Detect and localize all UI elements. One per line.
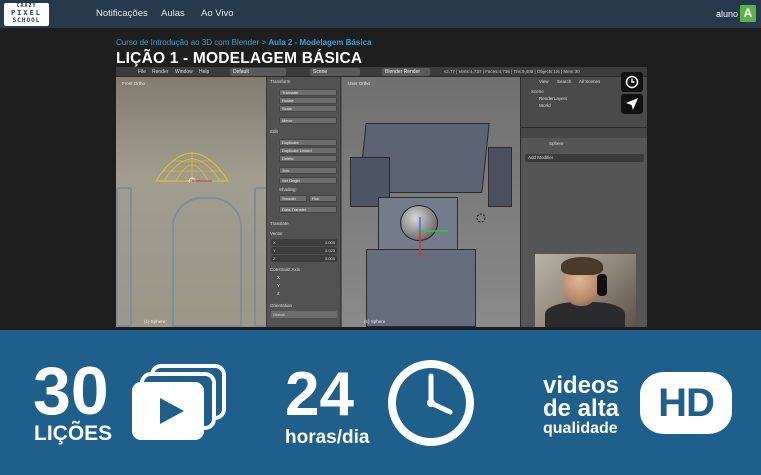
tool-rotate: Rotate xyxy=(279,97,337,104)
sphere-wireframe xyxy=(155,152,229,183)
blender-menu-help: Help xyxy=(199,69,210,75)
outliner-item-scene: Scene xyxy=(531,89,544,94)
add-modifier-dropdown: Add Modifier xyxy=(525,154,644,162)
tool-duplicate-linked: Duplicate Linked xyxy=(279,147,337,154)
breadcrumb: Curso de Introdução ao 3D com Blender > … xyxy=(116,38,372,48)
blender-front-viewport: Front Ortho (1) Sphere xyxy=(116,77,266,327)
blender-menu-render: Render xyxy=(152,69,169,75)
front-viewport-label: Front Ortho xyxy=(122,81,146,86)
user-name[interactable]: aluno xyxy=(716,8,738,20)
constraint-axis-z: Z xyxy=(277,291,280,296)
hours-label: horas/dia xyxy=(285,427,370,448)
clock-icon xyxy=(388,360,474,446)
tool-translate: Translate xyxy=(279,89,337,96)
tool-duplicate: Duplicate xyxy=(279,139,337,146)
front-viewport-footer: (1) Sphere xyxy=(144,319,166,324)
blender-user-viewport: User Ortho (1) Sphere xyxy=(342,77,520,327)
blender-menu-window: Window xyxy=(175,69,193,75)
outliner-tab-all-scenes: All Scenes xyxy=(579,79,601,84)
lessons-count: 30 xyxy=(33,353,109,429)
tool-join: Join xyxy=(279,167,337,174)
outliner-item-renderlayers: RenderLayers xyxy=(539,96,568,101)
outliner-tab-search: Search xyxy=(557,79,572,84)
properties-object-name: Sphere xyxy=(549,141,564,146)
blender-stats: v2.77 | Verts:4,737 | Faces:4,736 | Tris… xyxy=(444,69,580,74)
transform-gizmo xyxy=(419,217,448,257)
constraint-axis-label: Constraint Axis xyxy=(270,267,301,272)
outliner-item-world: World xyxy=(539,103,551,108)
send-icon xyxy=(626,98,638,110)
tool-mirror: Mirror xyxy=(279,117,337,124)
videos-line-2: de alta xyxy=(543,395,620,422)
share-button[interactable] xyxy=(621,94,643,114)
logo-line-3: SCHOOL xyxy=(12,17,41,24)
video-stack-icon xyxy=(132,364,226,440)
vector-y-field: Y 0.023 xyxy=(271,247,337,254)
nav-link-aulas[interactable]: Aulas xyxy=(161,8,185,20)
tool-shading-label: Shading: xyxy=(279,187,297,192)
vector-label: Vector xyxy=(270,231,283,236)
vector-z-field: Z 0.000 xyxy=(271,255,337,262)
tool-shade-flat: Flat xyxy=(309,195,337,202)
features-banner: 30 LIÇÕES 24 horas/dia videos de alta qu… xyxy=(0,330,761,475)
tool-section-translate: Translate xyxy=(270,221,289,226)
instructor-webcam xyxy=(535,254,636,327)
constraint-axis-y: Y xyxy=(277,283,281,288)
tool-section-transform: Transform xyxy=(270,79,291,84)
blender-scene-select: Scene xyxy=(310,68,360,76)
logo-line-2: PIXEL xyxy=(10,9,43,17)
blender-layout-select: Default xyxy=(230,68,286,76)
blender-engine-select: Blender Render xyxy=(382,68,430,76)
user-viewport-footer: (1) Sphere xyxy=(364,319,386,324)
constraint-axis-x: X xyxy=(277,275,281,280)
top-navbar: CRAZY PIXEL SCHOOL Notificações Aulas Ao… xyxy=(0,0,761,28)
videos-line-3: qualidade xyxy=(543,420,618,437)
tool-set-origin: Set Origin xyxy=(279,177,337,184)
tool-data-transfer: Data Transfer xyxy=(279,206,337,213)
lessons-label: LIÇÕES xyxy=(34,422,113,445)
tool-scale: Scale xyxy=(279,105,337,112)
breadcrumb-course-link[interactable]: Curso de Introdução ao 3D com Blender xyxy=(116,38,259,47)
tool-shade-smooth: Smooth xyxy=(279,195,307,202)
user-viewport-label: User Ortho xyxy=(348,81,371,86)
blender-tool-shelf: Transform Translate Rotate Scale Mirror … xyxy=(266,77,341,327)
3d-cursor xyxy=(476,213,486,223)
nav-link-notificacoes[interactable]: Notificações xyxy=(96,8,148,20)
hours-count: 24 xyxy=(285,360,354,429)
user-avatar-badge[interactable]: A xyxy=(740,5,756,22)
orientation-select: Global xyxy=(271,311,337,318)
hd-badge: HD xyxy=(640,372,732,434)
nav-link-ao-vivo[interactable]: Ao Vivo xyxy=(201,8,234,20)
headset-icon xyxy=(597,274,607,296)
breadcrumb-separator: > xyxy=(261,38,267,47)
crazy-pixel-school-logo[interactable]: CRAZY PIXEL SCHOOL xyxy=(4,3,49,26)
tool-delete: Delete xyxy=(279,155,337,162)
vector-x-field: X 0.000 xyxy=(271,239,337,246)
outliner-tab-view: View xyxy=(539,79,549,84)
hd-label: HD xyxy=(658,381,715,425)
tool-section-edit: Edit xyxy=(270,129,278,134)
page-title: LIÇÃO 1 - MODELAGEM BÁSICA xyxy=(116,50,363,67)
watch-later-button[interactable] xyxy=(621,72,643,92)
clock-icon xyxy=(625,75,639,89)
breadcrumb-current[interactable]: Aula 2 - Modelagem Básica xyxy=(268,38,371,47)
blender-top-bar: File Render Window Help Default Scene Bl… xyxy=(116,67,647,77)
blender-menu-file: File xyxy=(138,69,147,75)
orientation-label: Orientation xyxy=(270,303,293,308)
